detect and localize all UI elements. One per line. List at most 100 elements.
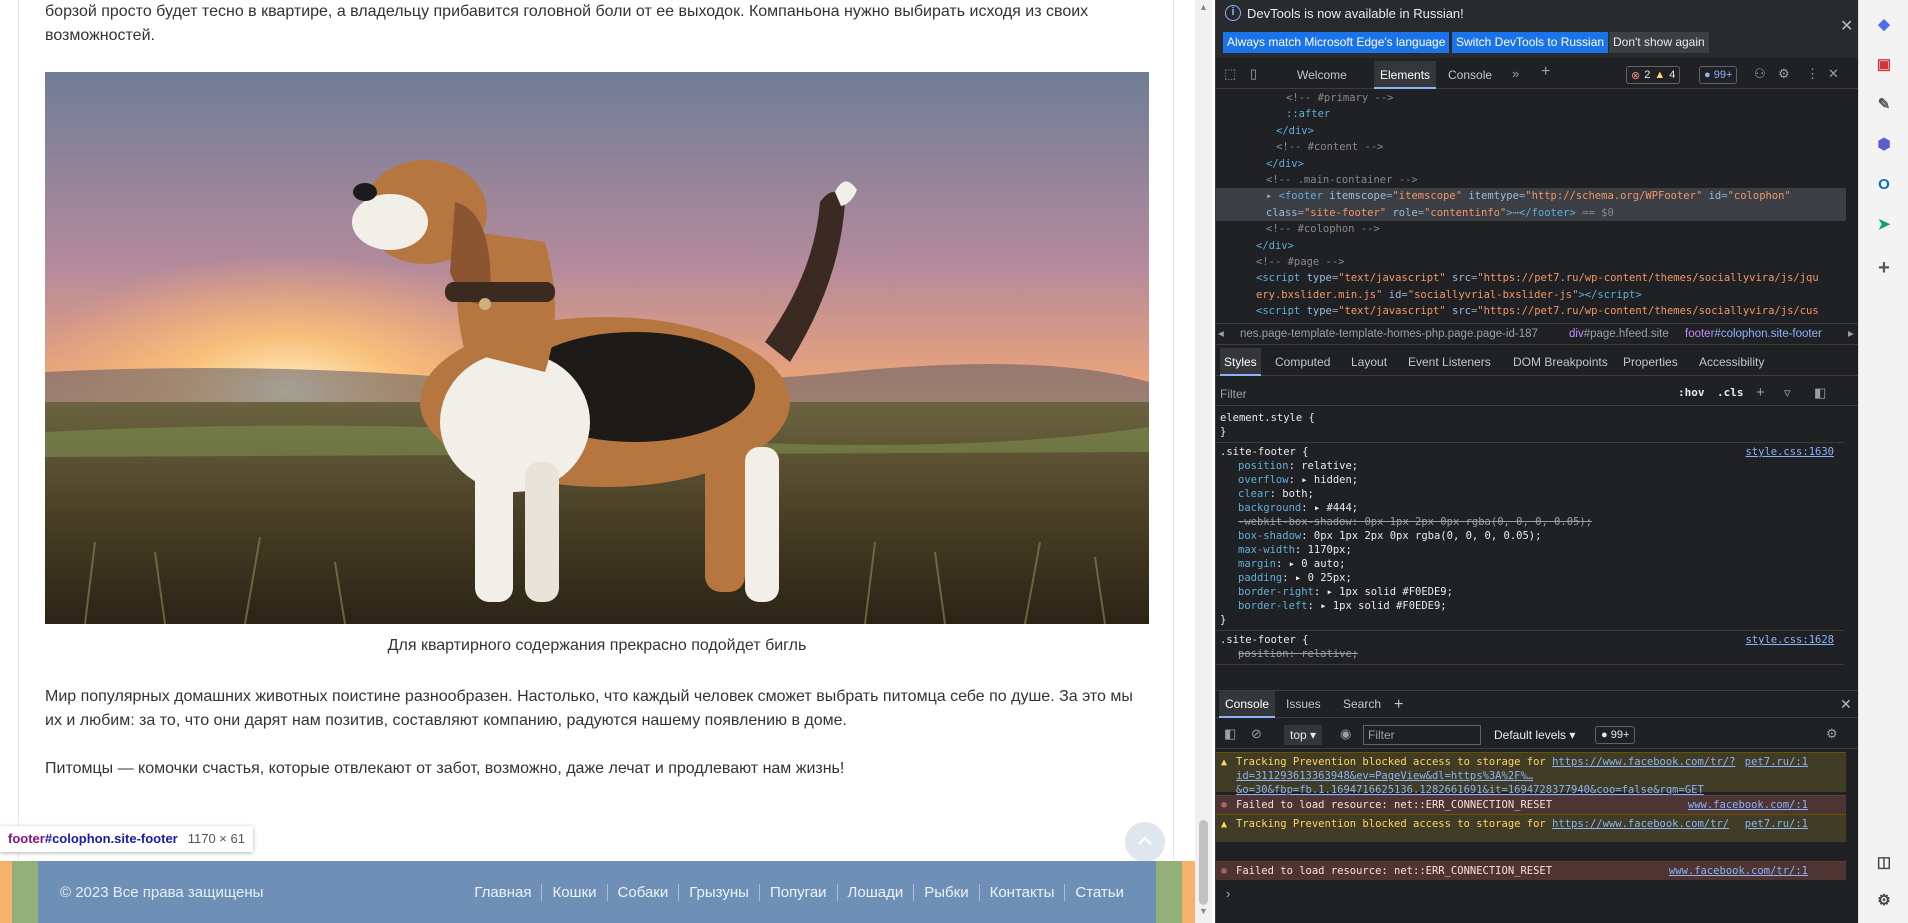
css-declaration[interactable]: border-right: ▸ 1px solid #F0EDE9;: [1220, 585, 1840, 599]
dom-node[interactable]: <!-- .main-container -->: [1216, 172, 1846, 188]
console-prompt-icon[interactable]: ›: [1226, 886, 1230, 901]
css-declaration[interactable]: border-left: ▸ 1px solid #F0EDE9;: [1220, 599, 1840, 613]
breadcrumb-item[interactable]: div#page.hfeed.site: [1569, 324, 1669, 344]
css-declaration[interactable]: box-shadow: 0px 1px 2px 0px rgba(0, 0, 0…: [1220, 529, 1840, 543]
console-settings-icon[interactable]: ⚙: [1826, 726, 1838, 742]
footer-link-home[interactable]: Главная: [464, 884, 541, 901]
css-declaration[interactable]: margin: ▸ 0 auto;: [1220, 557, 1840, 571]
footer-link-cats[interactable]: Кошки: [541, 883, 606, 901]
tab-accessibility[interactable]: Accessibility: [1695, 348, 1768, 376]
tab-welcome[interactable]: Welcome: [1291, 61, 1353, 89]
dom-node[interactable]: </div>: [1216, 238, 1846, 254]
message-source[interactable]: www.facebook.com/:1: [1688, 798, 1808, 812]
context-select[interactable]: top ▾: [1284, 725, 1323, 745]
discover-icon[interactable]: ◆: [1874, 14, 1894, 34]
add-tab-icon[interactable]: +: [1541, 63, 1550, 81]
console-sidebar-icon[interactable]: ◧: [1224, 726, 1236, 742]
live-expression-icon[interactable]: ◉: [1340, 726, 1351, 742]
device-toolbar-icon[interactable]: ▯: [1250, 66, 1257, 82]
dom-node[interactable]: ▸ <footer itemscope="itemscope" itemtype…: [1216, 188, 1846, 205]
dom-node[interactable]: <!-- #page -->: [1216, 254, 1846, 270]
footer-link-rodents[interactable]: Грызуны: [678, 883, 759, 901]
message-source[interactable]: www.facebook.com/tr/:1: [1669, 864, 1808, 878]
page-scroll-thumb[interactable]: [1199, 820, 1208, 905]
dom-node[interactable]: ery.bxslider.min.js" id="sociallyvrial-b…: [1216, 287, 1846, 303]
breadcrumb-item-active[interactable]: footer#colophon.site-footer: [1685, 324, 1822, 344]
dom-node[interactable]: <!-- #content -->: [1216, 139, 1846, 155]
footer-link-fish[interactable]: Рыбки: [913, 883, 978, 901]
add-drawer-tab-icon[interactable]: +: [1388, 691, 1409, 718]
hov-toggle[interactable]: :hov: [1678, 386, 1705, 399]
dom-node[interactable]: class="site-footer" role="contentinfo">⋯…: [1216, 204, 1846, 222]
breadcrumb-scroll-left-icon[interactable]: ◂: [1218, 324, 1224, 344]
tab-styles[interactable]: Styles: [1220, 348, 1261, 376]
issues-counter[interactable]: ⊗ 2 ▲ 4: [1626, 66, 1681, 84]
more-options-icon[interactable]: ⋮: [1806, 66, 1819, 82]
message-source[interactable]: pet7.ru/:1: [1745, 817, 1808, 831]
css-declaration[interactable]: position: relative;: [1220, 647, 1840, 661]
styles-pane[interactable]: element.style { } .site-footer { style.c…: [1216, 409, 1844, 684]
console-warning[interactable]: ▲ Tracking Prevention blocked access to …: [1216, 814, 1846, 842]
css-declaration[interactable]: -webkit-box-shadow: 0px 1px 2px 0px rgba…: [1220, 515, 1840, 529]
message-counter[interactable]: ● 99+: [1699, 66, 1738, 84]
message-link[interactable]: https://www.facebook.com/tr/: [1552, 818, 1729, 830]
new-rule-icon[interactable]: +: [1756, 384, 1765, 401]
log-levels-select[interactable]: Default levels ▾: [1494, 725, 1575, 745]
dom-node[interactable]: ::after: [1216, 106, 1846, 122]
css-declaration[interactable]: overflow: ▸ hidden;: [1220, 473, 1840, 487]
feedback-icon[interactable]: ⚇: [1754, 66, 1766, 82]
cls-toggle[interactable]: .cls: [1717, 386, 1744, 399]
tools-icon[interactable]: ✎: [1874, 94, 1894, 114]
site-footer-rule[interactable]: .site-footer { style.css:1630 position: …: [1216, 443, 1844, 631]
tab-dom-breakpoints[interactable]: DOM Breakpoints: [1509, 348, 1612, 376]
dom-node[interactable]: </div>: [1216, 123, 1846, 139]
hide-sidebar-icon[interactable]: ◫: [1874, 852, 1894, 872]
close-devtools-icon[interactable]: ✕: [1828, 66, 1839, 82]
gear-icon[interactable]: ⚙: [1778, 66, 1790, 82]
drawer-tab-search[interactable]: Search: [1337, 691, 1387, 718]
footer-link-articles[interactable]: Статьи: [1064, 883, 1134, 901]
footer-link-dogs[interactable]: Собаки: [606, 883, 679, 901]
css-declaration[interactable]: clear: both;: [1220, 487, 1840, 501]
dom-node[interactable]: <script type="text/javascript" src="http…: [1216, 270, 1846, 286]
footer-link-contacts[interactable]: Контакты: [978, 883, 1065, 901]
tab-layout[interactable]: Layout: [1347, 348, 1391, 376]
message-source[interactable]: pet7.ru/:1: [1745, 755, 1808, 769]
gear-icon[interactable]: ⚙: [1874, 890, 1894, 910]
tab-computed[interactable]: Computed: [1271, 348, 1334, 376]
console-warning[interactable]: ▲ Tracking Prevention blocked access to …: [1216, 752, 1846, 796]
close-drawer-icon[interactable]: ✕: [1840, 696, 1852, 713]
scroll-down-arrow-icon[interactable]: ▼: [1199, 906, 1208, 916]
tab-event-listeners[interactable]: Event Listeners: [1404, 348, 1495, 376]
breadcrumb-scroll-right-icon[interactable]: ▸: [1848, 324, 1854, 344]
scroll-up-arrow-icon[interactable]: ▲: [1199, 2, 1208, 12]
drawer-tab-issues[interactable]: Issues: [1280, 691, 1327, 718]
stylesheet-link[interactable]: style.css:1630: [1745, 445, 1834, 459]
shopping-icon[interactable]: ▣: [1874, 54, 1894, 74]
switch-language-button[interactable]: Switch DevTools to Russian: [1452, 32, 1609, 53]
outlook-icon[interactable]: O: [1874, 174, 1894, 194]
dom-node[interactable]: </div>: [1216, 156, 1846, 172]
styles-filter-input[interactable]: Filter: [1220, 385, 1670, 403]
css-declaration[interactable]: padding: ▸ 0 25px;: [1220, 571, 1840, 585]
element-style-rule[interactable]: element.style { }: [1216, 409, 1844, 443]
footer-link-horses[interactable]: Лошади: [836, 883, 914, 901]
dom-node[interactable]: <script type="text/javascript" src="http…: [1216, 303, 1846, 319]
inspect-element-icon[interactable]: ⬚: [1224, 66, 1236, 82]
tab-console[interactable]: Console: [1442, 61, 1498, 89]
console-error[interactable]: ⊗ Failed to load resource: net::ERR_CONN…: [1216, 795, 1846, 814]
dom-node[interactable]: <!-- #colophon -->: [1216, 221, 1846, 237]
match-language-button[interactable]: Always match Microsoft Edge's language: [1223, 32, 1450, 53]
breadcrumb-item[interactable]: nes.page-template-template-homes-php.pag…: [1240, 324, 1538, 344]
close-icon[interactable]: ✕: [1840, 16, 1853, 36]
page-scrollbar[interactable]: ▲ ▼: [1195, 0, 1212, 923]
toggle-sidebar-icon[interactable]: ◧: [1814, 385, 1826, 401]
clear-console-icon[interactable]: ⊘: [1251, 726, 1262, 742]
color-format-icon[interactable]: ▿: [1784, 385, 1791, 401]
games-icon[interactable]: ⬢: [1874, 134, 1894, 154]
site-footer-rule[interactable]: .site-footer { style.css:1628 position: …: [1216, 631, 1844, 665]
drawer-tab-console[interactable]: Console: [1219, 691, 1276, 718]
scroll-to-top-button[interactable]: [1125, 822, 1165, 862]
tab-properties[interactable]: Properties: [1619, 348, 1682, 376]
dont-show-again-button[interactable]: Don't show again: [1609, 32, 1709, 53]
